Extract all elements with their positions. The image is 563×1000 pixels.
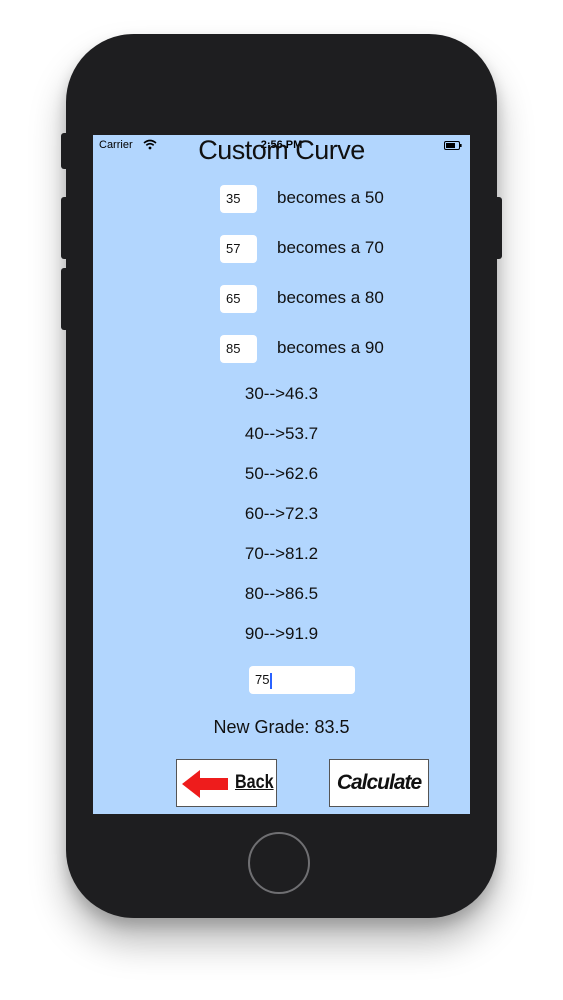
curve-point-input[interactable]: 85	[220, 335, 257, 363]
text-cursor	[270, 672, 273, 689]
app-screen: Carrier 2:56 PM Custom Curve 35 becomes …	[93, 135, 470, 814]
curve-point-input[interactable]: 35	[220, 185, 257, 213]
grade-input[interactable]: 75	[249, 666, 355, 694]
curve-point-input[interactable]: 65	[220, 285, 257, 313]
mute-switch	[61, 133, 69, 169]
grade-input-value: 75	[255, 672, 270, 687]
power-button	[494, 197, 502, 259]
home-button[interactable]	[248, 832, 310, 894]
grade-mapping-label: 60-->72.3	[244, 504, 319, 523]
volume-down-button	[61, 268, 69, 330]
curve-point-label: becomes a 70	[277, 238, 384, 257]
grade-mapping-label: 80-->86.5	[244, 584, 319, 603]
grade-mapping-label: 50-->62.6	[244, 464, 319, 483]
volume-up-button	[61, 197, 69, 259]
page-title: Custom Curve	[198, 135, 365, 165]
grade-mapping-label: 70-->81.2	[244, 544, 319, 563]
curve-point-label: becomes a 50	[277, 188, 384, 207]
calculate-button[interactable]: Calculate	[329, 759, 429, 807]
new-grade-result: New Grade: 83.5	[213, 717, 350, 737]
grade-mapping-label: 90-->91.9	[244, 624, 319, 643]
back-button-label: Back	[235, 772, 274, 793]
grade-mapping-label: 30-->46.3	[244, 384, 319, 403]
curve-point-label: becomes a 90	[277, 338, 384, 357]
curve-point-label: becomes a 80	[277, 288, 384, 307]
arrow-left-icon	[182, 770, 228, 798]
back-button[interactable]: Back	[176, 759, 277, 807]
curve-point-input[interactable]: 57	[220, 235, 257, 263]
grade-mapping-label: 40-->53.7	[244, 424, 319, 443]
